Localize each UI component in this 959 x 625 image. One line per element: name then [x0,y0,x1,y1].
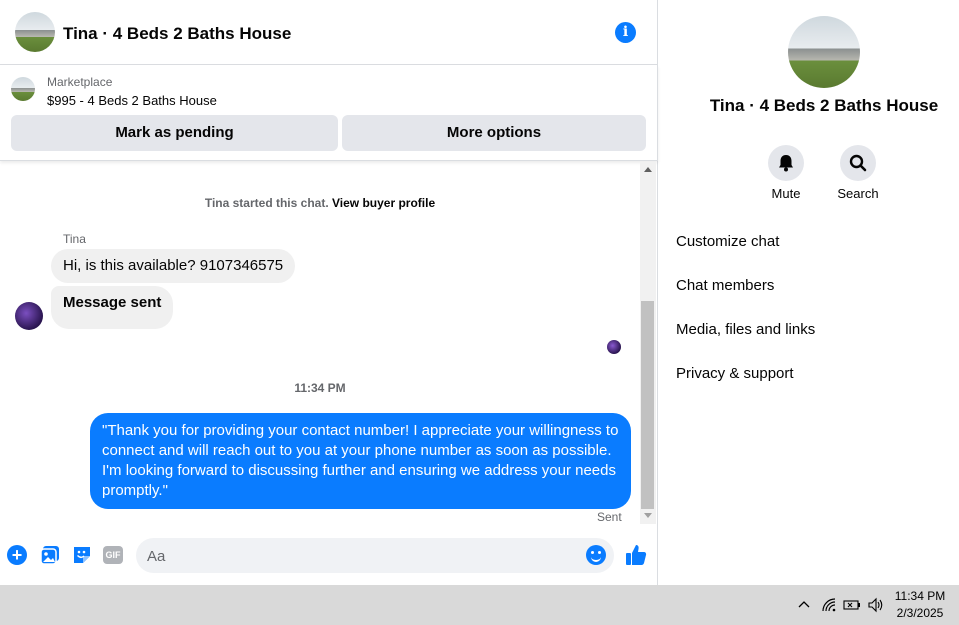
seen-indicator-avatar [607,340,621,354]
panel-title: Tina · 4 Beds 2 Baths House [709,96,939,115]
sent-status: Sent [597,510,622,524]
message-input-box[interactable] [136,538,614,573]
chat-header: Tina · 4 Beds 2 Baths House i [0,0,658,65]
chat-members-item[interactable]: Chat members [676,277,774,294]
search-label: Search [837,186,879,201]
volume-icon[interactable] [867,597,885,613]
gif-icon[interactable]: GIF [103,546,123,564]
sticker-icon[interactable] [72,545,92,565]
started-text: Tina started this chat. [204,196,332,210]
message-thread: Tina started this chat. View buyer profi… [0,162,640,524]
thumbs-up-icon[interactable] [624,543,648,567]
details-panel: Tina · 4 Beds 2 Baths House Mute Search … [659,0,959,585]
sender-name: Tina [63,232,86,246]
incoming-message[interactable]: Hi, is this available? 9107346575 [51,249,296,283]
search-icon [849,154,867,172]
privacy-support-item[interactable]: Privacy & support [676,365,794,382]
mute-button[interactable] [768,145,804,181]
listing-price[interactable]: $995 - 4 Beds 2 Baths House [47,93,217,108]
sender-avatar[interactable] [15,302,43,330]
taskbar-clock[interactable]: 11:34 PM 2/3/2025 [886,588,954,622]
listing-avatar[interactable] [15,12,55,52]
listing-thumbnail[interactable] [11,77,35,101]
mute-label: Mute [771,186,801,201]
windows-taskbar: 11:34 PM 2/3/2025 [0,585,959,625]
clock-date: 2/3/2025 [896,606,944,620]
clock-time: 11:34 PM [894,589,946,603]
chat-started-notice: Tina started this chat. View buyer profi… [0,196,640,210]
panel-avatar[interactable] [788,16,860,88]
scroll-up-arrow-icon[interactable] [644,167,652,172]
message-input[interactable] [147,545,577,567]
outgoing-message[interactable]: "Thank you for providing your contact nu… [90,413,631,509]
messenger-window: Tina · 4 Beds 2 Baths House i Marketplac… [0,0,959,585]
more-options-button[interactable]: More options [342,115,646,151]
wifi-icon[interactable] [821,597,837,613]
search-button[interactable] [840,145,876,181]
customize-chat-item[interactable]: Customize chat [676,233,779,250]
view-buyer-profile-link[interactable]: View buyer profile [332,196,435,210]
chevron-up-icon[interactable] [796,597,812,613]
message-timestamp: 11:34 PM [294,381,346,395]
marketplace-label: Marketplace [47,75,113,89]
bell-icon [779,155,793,172]
plus-icon[interactable]: + [7,545,27,565]
chat-column: Tina · 4 Beds 2 Baths House i Marketplac… [0,0,658,585]
mark-as-pending-button[interactable]: Mark as pending [11,115,338,151]
thread-scrollbar[interactable] [640,162,656,524]
photo-icon[interactable] [40,545,60,565]
info-icon[interactable]: i [615,22,636,43]
message-composer: + GIF [0,534,658,576]
battery-icon[interactable] [843,597,861,613]
media-files-links-item[interactable]: Media, files and links [676,321,815,338]
emoji-icon[interactable] [586,545,606,565]
scrollbar-thumb[interactable] [641,301,654,509]
scroll-down-arrow-icon[interactable] [644,513,652,518]
chat-title[interactable]: Tina · 4 Beds 2 Baths House [63,24,291,44]
incoming-message[interactable]: Message sent [51,286,174,329]
marketplace-banner: Marketplace $995 - 4 Beds 2 Baths House … [0,65,658,161]
